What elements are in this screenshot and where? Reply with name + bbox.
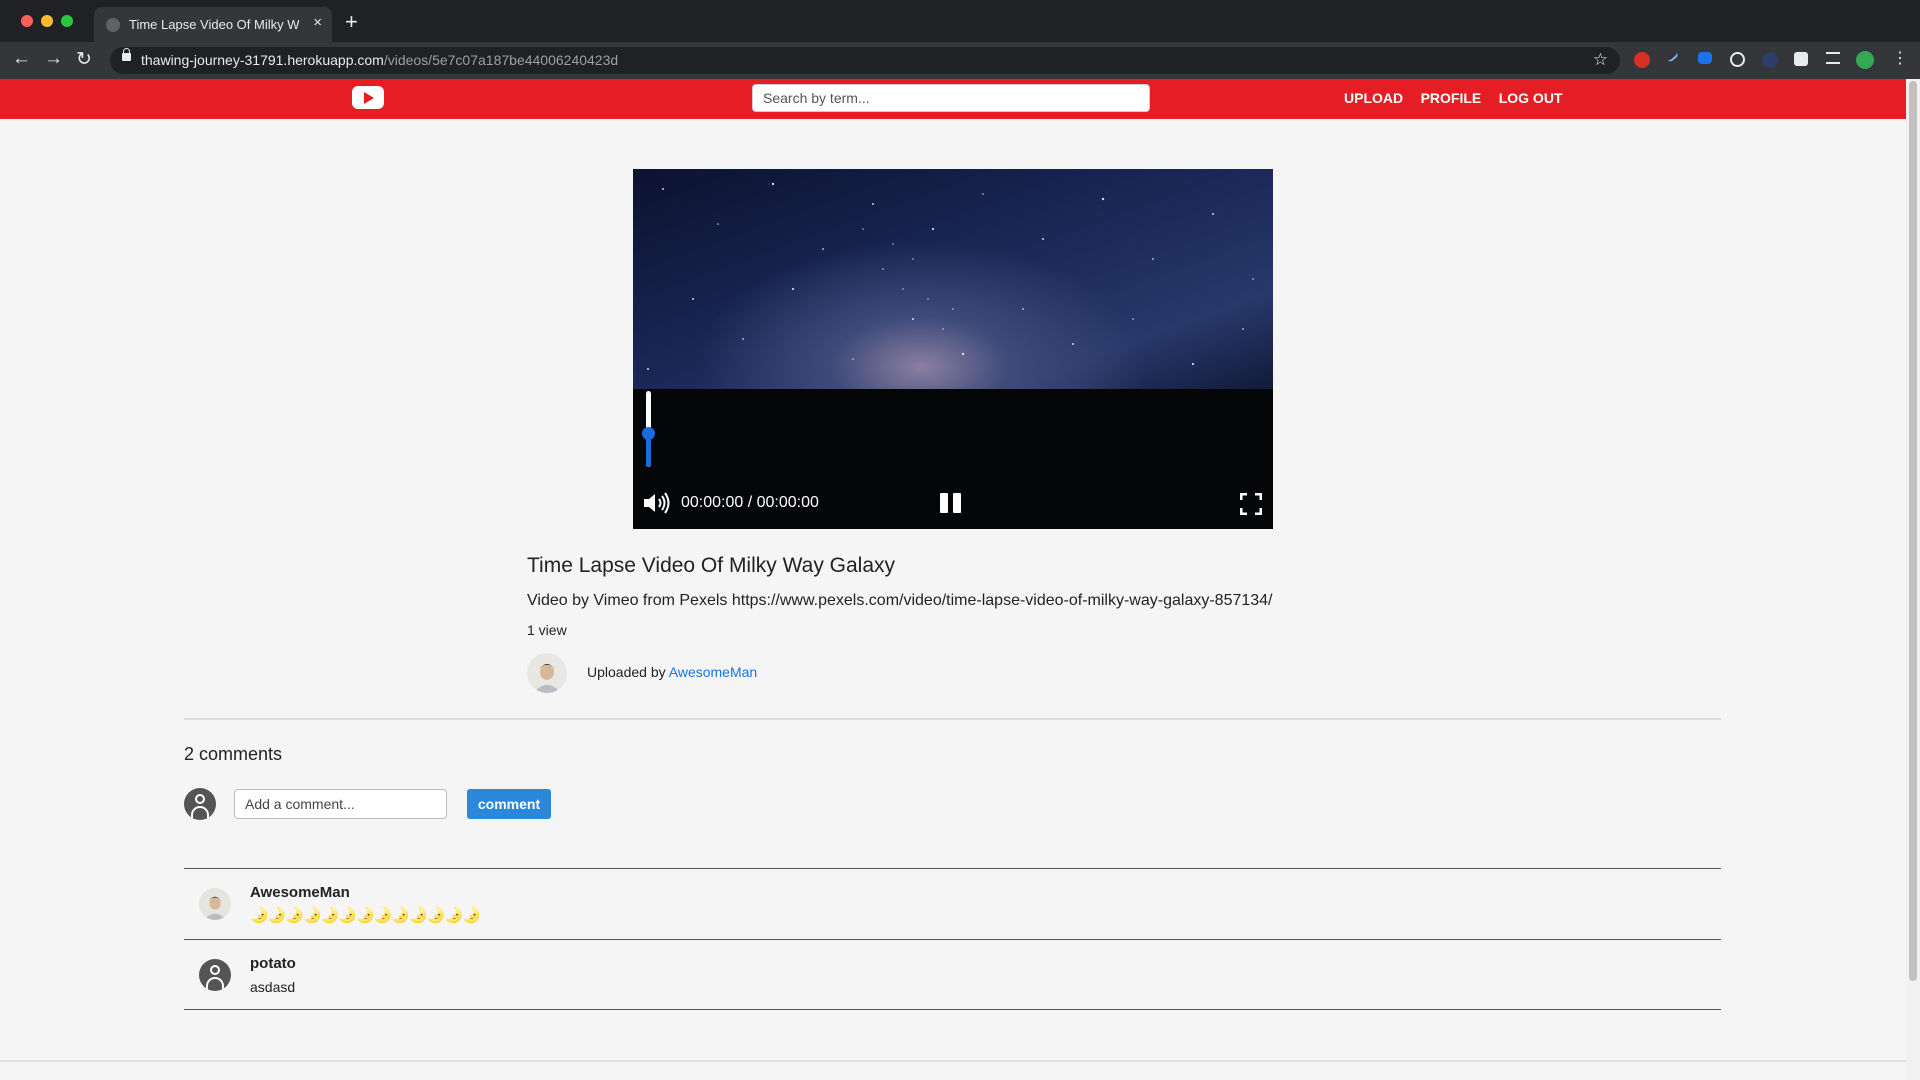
extension-icon[interactable] — [1698, 52, 1712, 64]
current-user-avatar — [184, 788, 216, 820]
url-text[interactable]: thawing-journey-31791.herokuapp.com/vide… — [141, 52, 618, 68]
address-bar[interactable]: thawing-journey-31791.herokuapp.com/vide… — [110, 47, 1620, 74]
uploaded-by: Uploaded by AwesomeMan — [587, 664, 757, 680]
footer-divider — [0, 1060, 1906, 1062]
comment-text: asdasd — [250, 979, 296, 995]
browser-tab[interactable]: Time Lapse Video Of Milky Way Galaxy × — [94, 7, 332, 42]
uploader-link[interactable]: AwesomeMan — [669, 664, 757, 680]
view-count: 1 view — [527, 622, 567, 638]
section-divider — [184, 718, 1721, 720]
nav-upload-link[interactable]: UPLOAD — [1344, 90, 1403, 106]
starfield-image — [647, 182, 1254, 370]
back-button[interactable]: ← — [12, 48, 31, 70]
nav-logout-link[interactable]: LOG OUT — [1499, 90, 1563, 106]
time-display: 00:00:00 / 00:00:00 — [681, 494, 819, 511]
page-scrollbar[interactable] — [1906, 79, 1920, 1080]
uploader-avatar[interactable] — [527, 653, 567, 693]
volume-icon[interactable] — [642, 491, 672, 515]
search-input[interactable] — [752, 84, 1150, 112]
extensions-puzzle-icon[interactable] — [1794, 52, 1808, 66]
extension-icon[interactable] — [1762, 52, 1778, 68]
extension-icon[interactable] — [1634, 52, 1650, 68]
nav-profile-link[interactable]: PROFILE — [1421, 90, 1482, 106]
maximize-window-button[interactable] — [61, 15, 73, 27]
forward-button[interactable]: → — [44, 48, 63, 70]
volume-slider-handle[interactable] — [642, 426, 655, 440]
browser-tab-bar: Time Lapse Video Of Milky Way Galaxy × + — [0, 0, 1920, 42]
comment-button[interactable]: comment — [467, 789, 551, 819]
scrollbar-thumb[interactable] — [1909, 81, 1917, 981]
app-header: UPLOAD PROFILE LOG OUT — [0, 79, 1906, 119]
comment-divider — [184, 1009, 1721, 1010]
comment-divider — [184, 868, 1721, 869]
video-player[interactable]: 00:00:00 / 00:00:00 — [633, 169, 1273, 529]
extension-icon[interactable] — [1664, 49, 1680, 63]
tab-close-icon[interactable]: × — [313, 14, 322, 31]
tab-title: Time Lapse Video Of Milky Way Galaxy — [129, 17, 299, 32]
favicon-icon — [106, 18, 120, 32]
pause-icon[interactable] — [940, 493, 966, 518]
browser-toolbar: ← → ↻ thawing-journey-31791.herokuapp.co… — [0, 42, 1920, 79]
comment-divider — [184, 939, 1721, 940]
video-title: Time Lapse Video Of Milky Way Galaxy — [527, 554, 896, 577]
new-tab-button[interactable]: + — [345, 9, 358, 35]
bookmark-star-icon[interactable]: ☆ — [1593, 50, 1608, 70]
header-nav: UPLOAD PROFILE LOG OUT — [1344, 90, 1575, 108]
reading-list-icon[interactable] — [1826, 52, 1840, 64]
video-description: Video by Vimeo from Pexels https://www.p… — [527, 592, 1273, 609]
comment-author-avatar[interactable] — [199, 959, 231, 991]
profile-avatar-icon[interactable] — [1856, 51, 1874, 69]
comment-author-avatar[interactable] — [199, 888, 231, 920]
comment-input[interactable] — [234, 789, 447, 819]
extension-icon[interactable] — [1730, 52, 1745, 67]
browser-menu-icon[interactable]: ⋮ — [1892, 48, 1908, 67]
fullscreen-icon[interactable] — [1240, 493, 1262, 515]
uploaded-by-label: Uploaded by — [587, 664, 666, 680]
comments-count: 2 comments — [184, 744, 283, 764]
volume-slider[interactable] — [642, 391, 655, 467]
minimize-window-button[interactable] — [41, 15, 53, 27]
comment-author[interactable]: AwesomeMan — [250, 884, 350, 901]
lock-icon — [122, 48, 131, 61]
comment-author[interactable]: potato — [250, 955, 296, 972]
reload-button[interactable]: ↻ — [76, 48, 92, 71]
comment-text: 🌛🌛🌛🌛🌛🌛🌛🌛🌛🌛🌛🌛🌛 — [250, 907, 481, 924]
close-window-button[interactable] — [21, 15, 33, 27]
youtube-logo-icon[interactable] — [352, 86, 384, 109]
